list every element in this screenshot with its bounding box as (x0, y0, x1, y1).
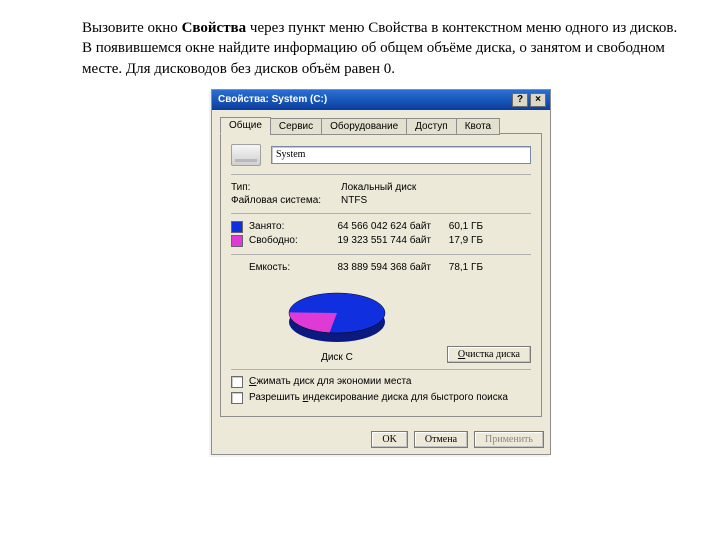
close-button[interactable]: × (530, 93, 546, 107)
drive-icon (231, 144, 261, 166)
used-swatch (231, 221, 243, 233)
help-button[interactable]: ? (512, 93, 528, 107)
capacity-label: Емкость: (249, 262, 290, 273)
separator (231, 254, 531, 255)
apply-button[interactable]: Применить (474, 431, 544, 448)
capacity-bytes: 83 889 594 368 байт (311, 262, 431, 273)
free-gb: 17,9 ГБ (431, 235, 483, 247)
instruction-pre: Вызовите окно (82, 20, 182, 36)
type-value: Локальный диск (341, 182, 531, 193)
free-bytes: 19 323 551 744 байт (311, 235, 431, 247)
instruction-text: Вызовите окно Свойства через пункт меню … (82, 18, 680, 79)
fs-value: NTFS (341, 195, 531, 206)
usage-pie-chart (277, 280, 397, 350)
free-label: Свободно: (249, 235, 298, 246)
type-label: Тип: (231, 182, 341, 193)
tab-quota[interactable]: Квота (456, 118, 500, 135)
tab-service[interactable]: Сервис (270, 118, 322, 135)
tab-sharing[interactable]: Доступ (406, 118, 457, 135)
instruction-bold: Свойства (182, 20, 247, 36)
disk-cleanup-button[interactable]: Очистка диска (447, 346, 531, 363)
dialog-buttons: OK Отмена Применить (212, 425, 550, 454)
used-gb: 60,1 ГБ (431, 221, 483, 233)
compress-checkbox[interactable] (231, 376, 243, 388)
tabstrip: Общие Сервис Оборудование Доступ Квота (220, 116, 542, 133)
used-bytes: 64 566 042 624 байт (311, 221, 431, 233)
tab-general[interactable]: Общие (220, 117, 271, 134)
compress-label: Сжимать диск для экономии места (249, 376, 411, 387)
properties-dialog: Свойства: System (C:) ? × Общие Сервис О… (211, 89, 551, 455)
tab-hardware[interactable]: Оборудование (321, 118, 407, 135)
fs-label: Файловая система: (231, 195, 341, 206)
window-title: Свойства: System (C:) (216, 94, 510, 105)
separator (231, 213, 531, 214)
volume-name-input[interactable] (271, 146, 531, 164)
ok-button[interactable]: OK (371, 431, 407, 448)
separator (231, 369, 531, 370)
separator (231, 174, 531, 175)
used-label: Занято: (249, 221, 284, 232)
cancel-button[interactable]: Отмена (414, 431, 468, 448)
free-swatch (231, 235, 243, 247)
pie-caption: Диск C (321, 352, 353, 363)
capacity-gb: 78,1 ГБ (431, 262, 483, 273)
titlebar: Свойства: System (C:) ? × (212, 90, 550, 110)
index-label: Разрешить индексирование диска для быстр… (249, 392, 508, 403)
index-checkbox[interactable] (231, 392, 243, 404)
tabpage-general: Тип: Локальный диск Файловая система: NT… (220, 133, 542, 417)
